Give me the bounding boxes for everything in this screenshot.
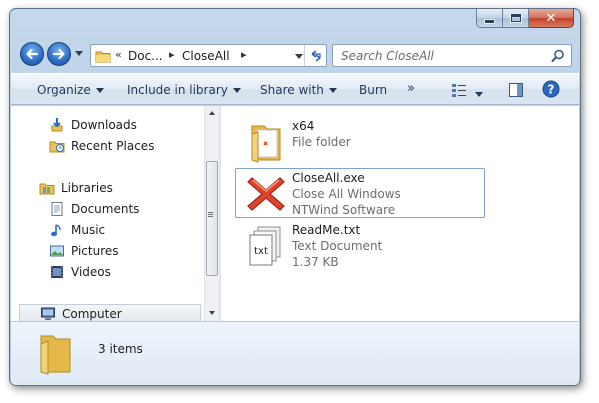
videos-icon [49, 264, 65, 280]
folder-icon [95, 51, 111, 63]
file-type: File folder [292, 135, 351, 149]
pictures-icon [49, 243, 65, 259]
search-icon [551, 49, 564, 62]
item-count: 3 items [98, 342, 143, 356]
scroll-down-icon[interactable] [209, 311, 215, 315]
include-in-library-button[interactable]: Include in library [127, 83, 241, 97]
address-segment-closeall[interactable]: CloseAll [182, 49, 230, 63]
help-button[interactable]: ? [542, 80, 560, 101]
preview-pane-button[interactable] [508, 82, 524, 101]
recent-places-icon [49, 138, 65, 154]
file-size: 1.37 KB [292, 255, 339, 269]
nav-item-documents[interactable]: Documents [49, 199, 139, 219]
organize-button[interactable]: Organize [37, 83, 104, 97]
share-with-label: Share with [260, 83, 324, 97]
caption-buttons: ✕ [476, 9, 574, 28]
file-name: ReadMe.txt [292, 223, 361, 237]
scroll-up-icon[interactable] [209, 111, 215, 115]
address-bar[interactable]: « Doc... ▸ CloseAll ▸ [90, 44, 327, 67]
close-button[interactable]: ✕ [529, 9, 574, 28]
nav-item-videos[interactable]: Videos [49, 262, 111, 282]
burn-button[interactable]: Burn [359, 83, 387, 97]
svg-text:?: ? [548, 83, 555, 97]
file-item-x64[interactable]: x64 File folder [235, 116, 485, 166]
grip-icon [208, 212, 213, 213]
view-dropdown-arrow[interactable] [475, 87, 483, 101]
change-view-button[interactable] [451, 82, 469, 101]
folder-icon [244, 119, 288, 165]
refresh-icon [311, 49, 321, 62]
file-item-readme-txt[interactable]: txt ReadMe.txt Text Document 1.37 KB [235, 220, 485, 270]
maximize-icon [510, 14, 521, 22]
computer-icon [40, 306, 56, 322]
address-segment-documents[interactable]: Doc... [128, 49, 163, 63]
view-options-icon [452, 84, 466, 97]
address-overflow-chevron[interactable]: « [115, 48, 122, 61]
recent-pages-dropdown[interactable] [75, 51, 83, 56]
file-list: x64 File folder CloseAll.exe Close All W… [221, 106, 579, 321]
nav-item-recent-places[interactable]: Recent Places [49, 136, 154, 156]
forward-button[interactable] [47, 42, 71, 66]
svg-text:txt: txt [254, 246, 268, 257]
share-with-button[interactable]: Share with [260, 83, 337, 97]
command-bar: Organize Include in library Share with B… [11, 73, 579, 105]
forward-arrow-icon [52, 48, 65, 60]
explorer-window: ✕ « Doc... ▸ CloseAll ▸ Search CloseAll … [9, 8, 581, 386]
back-arrow-icon [26, 48, 39, 60]
address-separator[interactable]: ▸ [169, 48, 175, 61]
file-name: x64 [292, 119, 315, 133]
nav-item-label: Downloads [71, 118, 137, 132]
minimize-icon [485, 19, 494, 23]
nav-item-music[interactable]: Music [49, 220, 105, 240]
nav-item-pictures[interactable]: Pictures [49, 241, 119, 261]
address-dropdown-arrow[interactable] [295, 54, 303, 59]
navigation-pane: Downloads Recent Places Libraries Docume… [11, 106, 219, 324]
file-type: Text Document [292, 239, 383, 253]
text-document-icon: txt [244, 223, 288, 269]
help-icon: ? [542, 80, 560, 98]
nav-item-label: Recent Places [71, 139, 155, 153]
nav-item-libraries[interactable]: Libraries [39, 178, 113, 198]
nav-item-label: Videos [71, 265, 111, 279]
nav-item-label: Documents [71, 202, 140, 216]
file-name: CloseAll.exe [292, 171, 365, 185]
folder-icon [40, 335, 71, 375]
burn-label: Burn [359, 83, 388, 97]
music-icon [49, 222, 65, 238]
include-in-library-label: Include in library [127, 83, 228, 97]
address-separator[interactable]: ▸ [241, 48, 247, 61]
nav-item-label: Music [71, 223, 106, 237]
red-x-icon [244, 171, 288, 217]
nav-item-label: Libraries [61, 181, 113, 195]
file-item-closeall-exe[interactable]: CloseAll.exe Close All Windows NTWind So… [235, 168, 485, 218]
details-pane: 3 items [11, 321, 579, 385]
nav-item-label: Pictures [71, 244, 119, 258]
chevron-down-icon [232, 88, 241, 93]
scroll-thumb[interactable] [206, 161, 218, 276]
refresh-button[interactable] [304, 45, 326, 66]
documents-icon [49, 201, 65, 217]
chevron-down-icon [328, 88, 337, 93]
more-commands-button[interactable]: » [407, 81, 415, 96]
downloads-icon [49, 117, 65, 133]
search-box[interactable] [332, 44, 572, 67]
libraries-icon [39, 180, 55, 196]
search-input[interactable] [339, 47, 539, 64]
navigation-scrollbar[interactable] [204, 106, 219, 321]
minimize-button[interactable] [476, 9, 503, 28]
preview-pane-icon [509, 83, 523, 97]
back-button[interactable] [20, 42, 44, 66]
chevron-down-icon [475, 92, 483, 97]
nav-item-label: Computer [62, 307, 122, 321]
content-area: Downloads Recent Places Libraries Docume… [11, 106, 579, 324]
chevron-down-icon [95, 88, 104, 93]
nav-item-downloads[interactable]: Downloads [49, 115, 137, 135]
file-company: NTWind Software [292, 203, 396, 217]
maximize-button[interactable] [503, 9, 529, 28]
organize-label: Organize [37, 83, 91, 97]
close-icon: ✕ [545, 10, 557, 26]
navigation-bar: « Doc... ▸ CloseAll ▸ [10, 39, 580, 69]
file-description: Close All Windows [292, 187, 401, 201]
